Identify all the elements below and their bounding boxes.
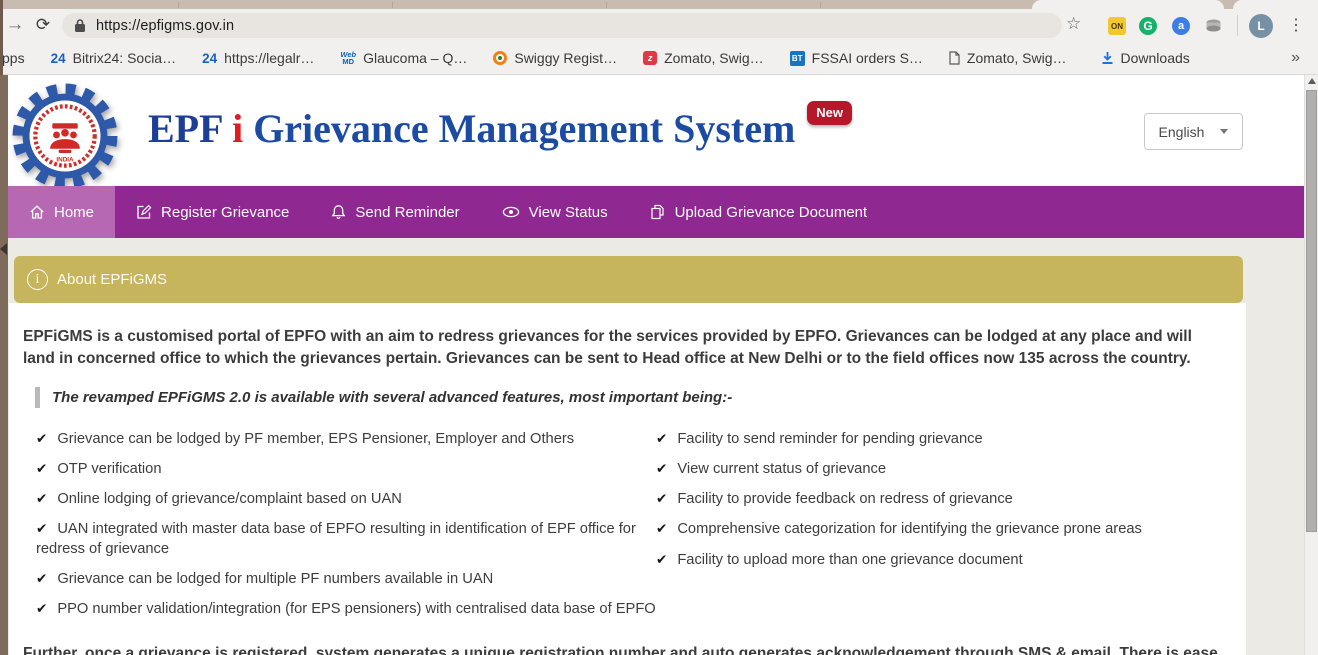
- feature-item: View current status of grievance: [656, 460, 1230, 480]
- svg-text:INDIA: INDIA: [56, 156, 74, 163]
- address-bar[interactable]: https://epfigms.gov.in: [62, 13, 1062, 38]
- bookmark-fssai[interactable]: BT FSSAI orders S…: [790, 50, 923, 66]
- tab-partial[interactable]: [1233, 0, 1318, 9]
- tab-separator: [178, 2, 179, 8]
- feature-item: Grievance can be lodged by PF member, EP…: [36, 430, 656, 450]
- about-content-card: EPFiGMS is a customised portal of EPFO w…: [9, 303, 1246, 655]
- scroll-up-icon[interactable]: [1308, 78, 1316, 84]
- active-tab[interactable]: [1032, 0, 1224, 9]
- language-select[interactable]: English: [1144, 113, 1243, 150]
- bitrix-favicon: 24: [51, 51, 66, 66]
- bookmarks-bar: pps 24 Bitrix24: Socia… 24 https://legal…: [0, 42, 1318, 75]
- swiggy-favicon: [493, 51, 507, 65]
- bookmark-downloads[interactable]: Downloads: [1101, 50, 1190, 66]
- about-banner: i About EPFiGMS: [14, 256, 1243, 303]
- feature-item: Grievance can be lodged for multiple PF …: [36, 570, 656, 590]
- main-navigation: Home Register Grievance Send Reminder Vi…: [8, 186, 1304, 238]
- home-icon: [29, 204, 45, 220]
- bookmark-swiggy[interactable]: Swiggy Regist…: [493, 50, 617, 66]
- reload-icon[interactable]: ⟳: [30, 11, 56, 39]
- tab-separator: [606, 2, 607, 8]
- tab-separator: [820, 2, 821, 8]
- nav-home[interactable]: Home: [8, 186, 115, 238]
- features-left-column: Grievance can be lodged by PF member, EP…: [36, 430, 656, 630]
- nav-view-status[interactable]: View Status: [481, 186, 629, 238]
- feature-item: UAN integrated with master data base of …: [36, 520, 656, 559]
- download-icon: [1101, 51, 1114, 65]
- bell-icon: [331, 204, 346, 220]
- eye-icon: [502, 205, 520, 219]
- translate-extension-icon[interactable]: a: [1172, 17, 1190, 35]
- zomato-favicon: z: [643, 51, 657, 65]
- bookmark-zomato-1[interactable]: z Zomato, Swig…: [643, 50, 764, 66]
- lock-icon: [74, 18, 86, 33]
- copy-document-icon: [650, 204, 666, 220]
- webmd-favicon: WebMD: [340, 51, 356, 65]
- feature-item: PPO number validation/integration (for E…: [36, 600, 656, 620]
- grammarly-icon[interactable]: G: [1139, 17, 1157, 35]
- bookmarks-overflow-icon[interactable]: »: [1291, 49, 1300, 67]
- intro-paragraph: EPFiGMS is a customised portal of EPFO w…: [23, 326, 1219, 370]
- feature-item: Facility to upload more than one grievan…: [656, 551, 1230, 571]
- outro-paragraph: Further, once a grievance is registered,…: [23, 643, 1228, 655]
- page-favicon: [949, 51, 960, 65]
- forward-icon[interactable]: →: [2, 11, 28, 39]
- feature-item: Online lodging of grievance/complaint ba…: [36, 490, 656, 510]
- toolbar-divider: [1237, 15, 1238, 36]
- cookies-extension-icon[interactable]: [1204, 17, 1222, 35]
- feature-item: Facility to send reminder for pending gr…: [656, 430, 1230, 450]
- info-icon: i: [27, 269, 48, 290]
- feature-item: Facility to provide feedback on redress …: [656, 490, 1230, 510]
- browser-toolbar: → ⟳ https://epfigms.gov.in ☆ ON G a L ⋮: [0, 9, 1318, 42]
- feature-item: OTP verification: [36, 460, 656, 480]
- bookmark-legalr[interactable]: 24 https://legalr…: [202, 50, 314, 66]
- bookmark-apps[interactable]: pps: [2, 50, 25, 66]
- window-edge: [0, 0, 3, 75]
- bookmark-bitrix[interactable]: 24 Bitrix24: Socia…: [51, 50, 177, 66]
- new-badge: New: [807, 101, 852, 125]
- edit-icon: [136, 204, 152, 220]
- window-edge: [0, 75, 8, 655]
- menu-icon[interactable]: ⋮: [1288, 12, 1304, 40]
- profile-avatar[interactable]: L: [1249, 14, 1273, 38]
- bookmark-star-icon[interactable]: ☆: [1066, 14, 1081, 34]
- page-scrollbar[interactable]: [1304, 75, 1318, 655]
- revamp-note: The revamped EPFiGMS 2.0 is available wi…: [35, 387, 1230, 408]
- side-panel-arrow-icon[interactable]: [0, 243, 7, 255]
- features-right-column: Facility to send reminder for pending gr…: [656, 430, 1230, 630]
- bookmark-glaucoma[interactable]: WebMD Glaucoma – Q…: [340, 50, 467, 66]
- page-title: EPF i Grievance Management SystemNew: [148, 105, 852, 152]
- about-title: About EPFiGMS: [57, 271, 167, 288]
- bitrix-favicon: 24: [202, 51, 217, 66]
- feature-item: Comprehensive categorization for identif…: [656, 520, 1230, 540]
- tab-separator: [392, 2, 393, 8]
- nav-upload-document[interactable]: Upload Grievance Document: [629, 186, 889, 238]
- nav-send-reminder[interactable]: Send Reminder: [310, 186, 480, 238]
- bookmark-zomato-2[interactable]: Zomato, Swig…: [949, 50, 1067, 66]
- url-text[interactable]: https://epfigms.gov.in: [96, 18, 234, 34]
- scrollbar-thumb[interactable]: [1306, 90, 1317, 532]
- feature-lists: Grievance can be lodged by PF member, EP…: [36, 430, 1230, 630]
- chevron-down-icon: [1220, 129, 1228, 134]
- bt-favicon: BT: [790, 51, 805, 66]
- epfo-logo: INDIA: [12, 83, 118, 189]
- nav-register-grievance[interactable]: Register Grievance: [115, 186, 310, 238]
- browser-window: → ⟳ https://epfigms.gov.in ☆ ON G a L ⋮ …: [0, 0, 1318, 655]
- extension-on-icon[interactable]: ON: [1108, 17, 1126, 35]
- site-header: INDIA EPF i Grievance Management SystemN…: [0, 75, 1318, 186]
- tab-strip[interactable]: [0, 0, 1318, 9]
